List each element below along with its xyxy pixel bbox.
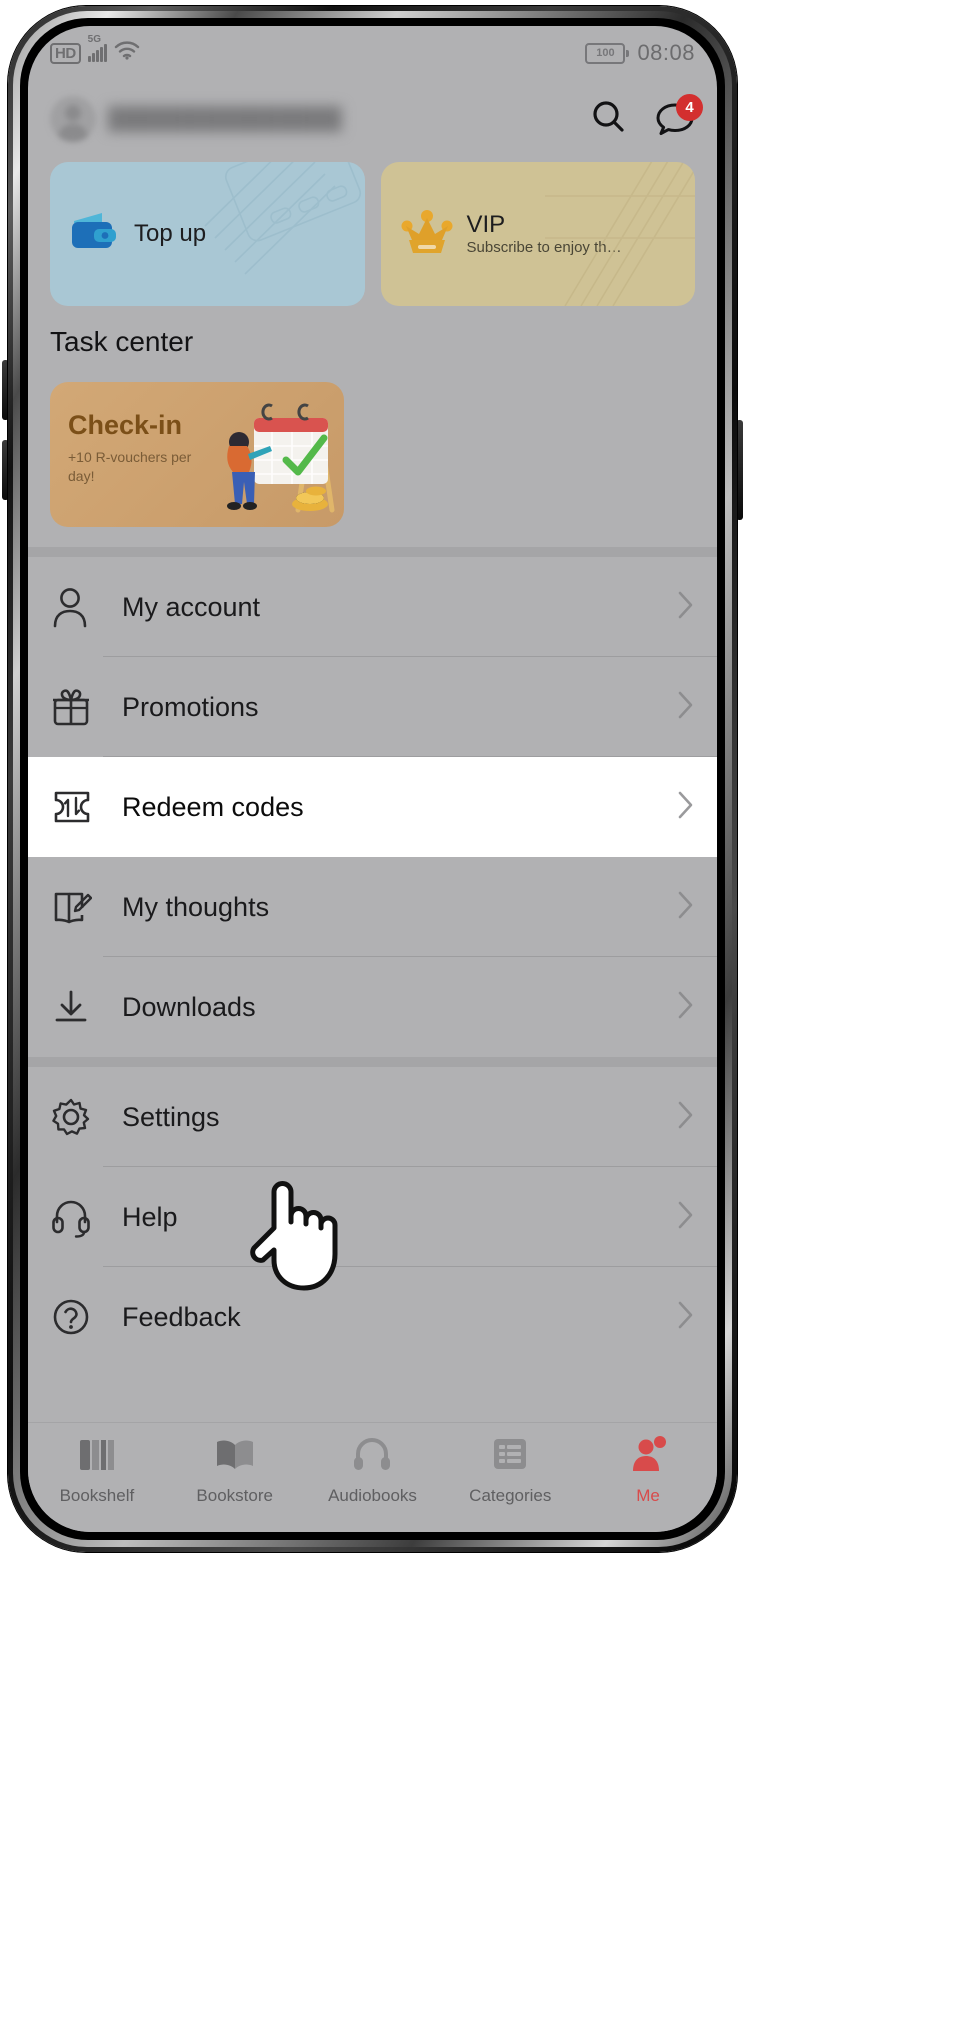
menu-item-label: My thoughts (122, 891, 270, 922)
task-center-title: Task center (50, 326, 194, 357)
power-button[interactable] (736, 420, 743, 520)
network-type-label: 5G (87, 34, 102, 45)
tab-label: Bookstore (196, 1486, 273, 1505)
crown-icon (399, 207, 455, 262)
phone-screen: HD 5G 100 08:08 ███████████████ 4 Top up… (28, 26, 717, 1532)
headset-icon (50, 1196, 102, 1238)
menu-item-settings[interactable]: Settings (28, 1067, 717, 1167)
menu-item-downloads[interactable]: Downloads (28, 957, 717, 1057)
menu-item-help[interactable]: Help (28, 1167, 717, 1267)
person-badge-icon (626, 1433, 670, 1480)
ticket-icon (50, 787, 102, 827)
calendar-checkmark-illustration (212, 398, 342, 527)
battery-icon: 100 (585, 42, 630, 64)
chevron-right-icon (677, 1300, 695, 1335)
menu-group-secondary: Settings Help Feedback (28, 1067, 717, 1367)
vip-card[interactable]: VIP Subscribe to enjoy th… (380, 162, 695, 306)
bookshelf-icon (75, 1433, 119, 1480)
book-edit-icon (50, 886, 102, 928)
gift-icon (50, 686, 102, 728)
chevron-right-icon (677, 990, 695, 1025)
menu-item-feedback[interactable]: Feedback (28, 1267, 717, 1367)
check-in-subtitle: +10 R-vouchers per day! (68, 449, 192, 484)
quick-cards-row: Top up VIP Subscribe to enjoy th… (28, 162, 717, 306)
profile-header: ███████████████ 4 (28, 80, 717, 158)
chevron-right-icon (677, 690, 695, 725)
download-icon (50, 986, 102, 1028)
menu-item-redeem-codes[interactable]: Redeem codes (28, 757, 717, 857)
username-label: ███████████████ (108, 106, 342, 131)
top-up-card[interactable]: Top up (50, 162, 365, 306)
card-pattern-decoration (175, 162, 365, 306)
chevron-right-icon (677, 1200, 695, 1235)
tab-label: Bookshelf (59, 1486, 135, 1505)
menu-group-separator-1 (28, 547, 717, 557)
chevron-right-icon (677, 890, 695, 925)
tab-label: Audiobooks (328, 1486, 417, 1505)
messages-button[interactable]: 4 (655, 94, 703, 139)
chevron-right-icon (677, 790, 695, 825)
signal-bars-icon: 5G (87, 34, 107, 62)
menu-item-label: Redeem codes (122, 791, 304, 822)
wallet-icon (68, 209, 120, 260)
tab-audiobooks[interactable]: Audiobooks (304, 1433, 442, 1506)
check-in-card[interactable]: Check-in +10 R-vouchers per day! (50, 382, 344, 527)
bottom-tab-bar: Bookshelf Bookstore Audiobooks Categorie… (28, 1422, 717, 1532)
menu-item-label: Downloads (122, 991, 256, 1022)
tab-label: Me (636, 1486, 660, 1505)
battery-level-label: 100 (585, 42, 626, 64)
menu-item-label: Feedback (122, 1301, 241, 1332)
chevron-right-icon (677, 590, 695, 625)
list-icon (488, 1433, 532, 1480)
tab-me[interactable]: Me (579, 1433, 717, 1506)
menu-group-separator-2 (28, 1057, 717, 1067)
open-book-icon (213, 1433, 257, 1480)
search-button[interactable] (589, 99, 629, 139)
menu-item-my-account[interactable]: My account (28, 557, 717, 657)
tab-categories[interactable]: Categories (441, 1433, 579, 1506)
chevron-right-icon (677, 1100, 695, 1135)
search-icon (589, 97, 629, 142)
headphones-icon (350, 1433, 394, 1480)
messages-badge: 4 (676, 94, 703, 121)
check-in-title: Check-in (68, 410, 183, 440)
feedback-icon (50, 1296, 102, 1338)
clock-label: 08:08 (637, 40, 695, 65)
avatar[interactable] (50, 96, 96, 142)
gear-icon (50, 1096, 102, 1138)
menu-item-label: Settings (122, 1101, 220, 1132)
person-icon (50, 586, 102, 628)
tab-bookshelf[interactable]: Bookshelf (28, 1433, 166, 1506)
phone-frame: HD 5G 100 08:08 ███████████████ 4 Top up… (0, 0, 961, 2023)
tab-bookstore[interactable]: Bookstore (166, 1433, 304, 1506)
status-bar: HD 5G 100 08:08 (28, 26, 717, 80)
menu-item-label: Promotions (122, 691, 259, 722)
menu-item-my-thoughts[interactable]: My thoughts (28, 857, 717, 957)
wifi-icon (114, 41, 140, 65)
menu-group-primary: My account Promotions Redeem codes My th… (28, 557, 717, 1057)
menu-item-label: Help (122, 1201, 178, 1232)
tab-label: Categories (469, 1486, 552, 1505)
menu-item-label: My account (122, 591, 261, 622)
hd-icon: HD (50, 42, 81, 64)
vip-pattern-decoration (525, 162, 695, 306)
vip-title-label: VIP (466, 211, 506, 239)
menu-item-promotions[interactable]: Promotions (28, 657, 717, 757)
